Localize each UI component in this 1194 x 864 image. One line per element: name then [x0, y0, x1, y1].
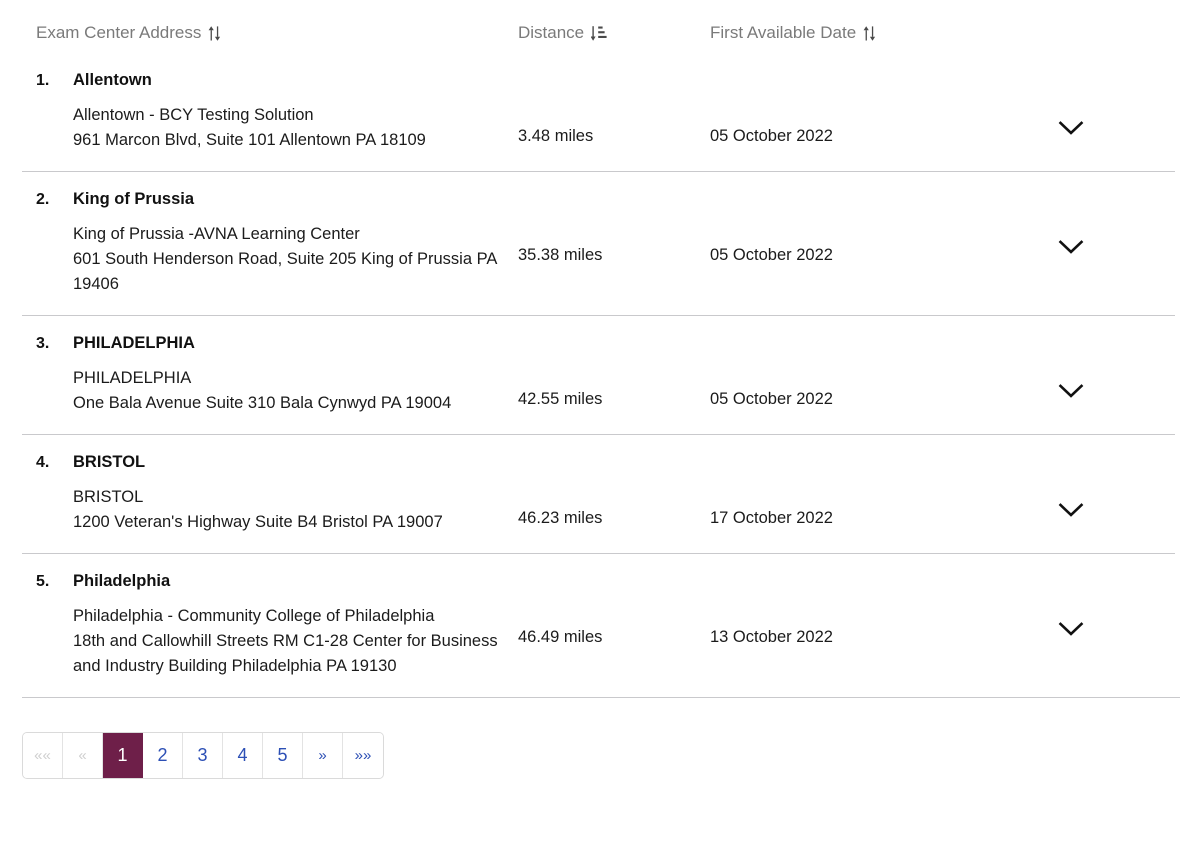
column-header-label: First Available Date — [710, 23, 857, 42]
cell-expander — [1010, 331, 1158, 399]
pagination-next-button[interactable]: » — [303, 733, 343, 778]
address-block: BRISTOL BRISTOL 1200 Veteran's Highway S… — [73, 450, 518, 535]
exam-center-title: Philadelphia — [73, 572, 171, 590]
exam-center-name: King of Prussia -AVNA Learning Center — [73, 225, 360, 243]
pagination-page-3[interactable]: 3 — [183, 733, 223, 778]
cell-exam-center-address: 2. King of Prussia King of Prussia -AVNA… — [0, 187, 518, 297]
exam-center-list: 1. Allentown Allentown - BCY Testing Sol… — [0, 52, 1194, 697]
row-index: 1. — [36, 72, 50, 89]
table-row[interactable]: 3. PHILADELPHIA PHILADELPHIA One Bala Av… — [0, 315, 1194, 434]
cell-first-available-date: 05 October 2022 — [710, 127, 833, 145]
pagination-first-button[interactable]: «« — [23, 733, 63, 778]
exam-center-address-line-1: 961 Marcon Blvd, Suite 101 Allentown PA … — [73, 131, 426, 149]
chevron-down-icon[interactable] — [1058, 239, 1084, 255]
exam-center-address-line-1: 1200 Veteran's Highway Suite B4 Bristol … — [73, 513, 443, 531]
chevron-down-icon[interactable] — [1058, 621, 1084, 637]
pagination: «« « 1 2 3 4 5 » »» — [22, 732, 384, 779]
pagination-last-button[interactable]: »» — [343, 733, 383, 778]
cell-expander — [1010, 569, 1158, 637]
cell-first-available-date: 17 October 2022 — [710, 509, 833, 527]
row-index: 3. — [36, 335, 50, 352]
pagination-page-1[interactable]: 1 — [103, 733, 143, 778]
exam-center-title: Allentown — [73, 71, 152, 89]
exam-center-name: PHILADELPHIA — [73, 369, 192, 387]
cell-distance: 46.23 miles — [518, 509, 603, 527]
cell-first-available-date: 05 October 2022 — [710, 246, 833, 264]
cell-exam-center-address: 3. PHILADELPHIA PHILADELPHIA One Bala Av… — [0, 331, 518, 416]
chevron-down-icon[interactable] — [1058, 120, 1084, 136]
column-header-label: Distance — [518, 23, 585, 42]
cell-exam-center-address: 1. Allentown Allentown - BCY Testing Sol… — [0, 68, 518, 153]
exam-center-address-line-1: 601 South Henderson Road, Suite 205 King… — [73, 250, 498, 268]
cell-first-available-date: 05 October 2022 — [710, 390, 833, 408]
cell-expander — [1010, 187, 1158, 255]
table-row[interactable]: 4. BRISTOL BRISTOL 1200 Veteran's Highwa… — [0, 434, 1194, 553]
sort-updown-icon[interactable] — [208, 25, 221, 42]
exam-center-address-line-1: 18th and Callowhill Streets RM C1-28 Cen… — [73, 632, 498, 650]
sort-updown-icon[interactable] — [863, 25, 876, 42]
row-index: 2. — [36, 191, 50, 208]
cell-distance: 3.48 miles — [518, 127, 594, 145]
sort-amount-down-icon[interactable] — [591, 25, 607, 42]
exam-center-name: Philadelphia - Community College of Phil… — [73, 607, 435, 625]
pagination-page-4[interactable]: 4 — [223, 733, 263, 778]
exam-center-name: Allentown - BCY Testing Solution — [73, 106, 314, 124]
cell-expander — [1010, 450, 1158, 518]
exam-center-name: BRISTOL — [73, 488, 144, 506]
column-header-label: Exam Center Address — [36, 23, 202, 42]
address-block: Philadelphia Philadelphia - Community Co… — [73, 569, 518, 679]
exam-center-title: PHILADELPHIA — [73, 334, 195, 352]
pagination-page-2[interactable]: 2 — [143, 733, 183, 778]
address-block: King of Prussia King of Prussia -AVNA Le… — [73, 187, 518, 297]
pagination-page-5[interactable]: 5 — [263, 733, 303, 778]
exam-center-address-line-2: and Industry Building Philadelphia PA 19… — [73, 657, 397, 675]
row-index: 4. — [36, 454, 50, 471]
pagination-prev-button[interactable]: « — [63, 733, 103, 778]
address-block: PHILADELPHIA PHILADELPHIA One Bala Avenu… — [73, 331, 518, 416]
address-block: Allentown Allentown - BCY Testing Soluti… — [73, 68, 518, 153]
exam-center-address-line-2: 19406 — [73, 275, 119, 293]
exam-center-results-panel: Exam Center Address Distance First Avail… — [0, 0, 1194, 864]
cell-distance: 42.55 miles — [518, 390, 603, 408]
table-row[interactable]: 1. Allentown Allentown - BCY Testing Sol… — [0, 52, 1194, 171]
cell-expander — [1010, 68, 1158, 136]
cell-distance: 46.49 miles — [518, 628, 603, 646]
exam-center-title: King of Prussia — [73, 190, 195, 208]
exam-center-address-line-1: One Bala Avenue Suite 310 Bala Cynwyd PA… — [73, 394, 452, 412]
chevron-down-icon[interactable] — [1058, 383, 1084, 399]
column-header-first-available-date[interactable]: First Available Date — [710, 22, 1010, 44]
cell-first-available-date: 13 October 2022 — [710, 628, 833, 646]
column-header-exam-center-address[interactable]: Exam Center Address — [0, 22, 518, 44]
cell-exam-center-address: 5. Philadelphia Philadelphia - Community… — [0, 569, 518, 679]
exam-center-title: BRISTOL — [73, 453, 146, 471]
pagination-section: «« « 1 2 3 4 5 » »» — [0, 697, 1194, 779]
table-row[interactable]: 2. King of Prussia King of Prussia -AVNA… — [0, 171, 1194, 315]
column-header-distance[interactable]: Distance — [518, 22, 710, 44]
row-index: 5. — [36, 573, 50, 590]
chevron-down-icon[interactable] — [1058, 502, 1084, 518]
cell-distance: 35.38 miles — [518, 246, 603, 264]
cell-exam-center-address: 4. BRISTOL BRISTOL 1200 Veteran's Highwa… — [0, 450, 518, 535]
table-row[interactable]: 5. Philadelphia Philadelphia - Community… — [0, 553, 1194, 697]
results-table-header: Exam Center Address Distance First Avail… — [0, 0, 1194, 52]
